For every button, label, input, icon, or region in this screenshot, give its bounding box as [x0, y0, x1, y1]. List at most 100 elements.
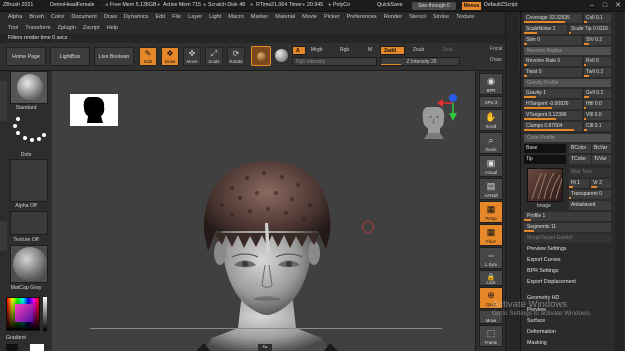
twil-slider[interactable]: TwIl 0.2 — [584, 68, 611, 77]
menu-item-macro[interactable]: Macro — [228, 14, 244, 20]
quicksave-button[interactable]: QuickSave — [377, 2, 403, 8]
frame-button[interactable]: ⬚ Frame — [479, 325, 503, 347]
maximize-icon[interactable]: □ — [601, 1, 609, 10]
spix-slider[interactable]: SPix 3 — [479, 96, 503, 108]
zoom-button[interactable]: ⌕ Zoom — [479, 132, 503, 154]
a-toggle[interactable]: A — [292, 46, 306, 55]
revolve-rate-slider[interactable]: Revolve Rate 0 — [524, 57, 582, 66]
zadd-button[interactable]: Zadd — [380, 46, 405, 55]
slim-variation-slider[interactable]: SlV 0.2 — [584, 36, 611, 45]
z-intensity-slider[interactable]: Z Intensity 25 — [380, 57, 460, 66]
transparent-slider[interactable]: Transparent 0 — [569, 190, 611, 199]
coverage-slider[interactable]: Coverage 33.32635 — [524, 14, 582, 23]
hi-slider[interactable]: Hi 1 — [569, 179, 589, 188]
menu-item-tool[interactable]: Tool — [8, 25, 18, 31]
material-thumbnail[interactable] — [10, 245, 48, 283]
menu-item-alpha[interactable]: Alpha — [8, 14, 22, 20]
menu-item-zplugin[interactable]: Zplugin — [58, 25, 76, 31]
menu-item-material[interactable]: Material — [275, 14, 295, 20]
rvil-slider[interactable]: RvIl 0 — [584, 57, 611, 66]
menu-item-texture[interactable]: Texture — [456, 14, 474, 20]
gvil-slider[interactable]: GvIl 0.2 — [584, 89, 611, 98]
lsym-button[interactable]: ⇔ L.Sym — [479, 247, 503, 269]
morph-target-guided-button[interactable]: MorphTarget Guided — [524, 234, 611, 243]
bpr-button[interactable]: ◉ BPR — [479, 73, 503, 95]
edit-mode-button[interactable]: ✎ Edit — [139, 47, 157, 66]
move-mode-button[interactable]: ✜ Move — [183, 47, 201, 66]
menu-item-zscript[interactable]: Zscript — [83, 25, 100, 31]
menu-item-light[interactable]: Light — [209, 14, 221, 20]
menu-item-brush[interactable]: Brush — [29, 14, 44, 20]
menu-item-dynamics[interactable]: Dynamics — [124, 14, 149, 20]
scale-tip-slider[interactable]: Scale Tip 0.0116 — [569, 25, 611, 34]
color-profile-header[interactable]: Color Profile — [524, 134, 611, 142]
m-button[interactable]: M — [365, 46, 377, 55]
tip-color-field[interactable]: Tip — [524, 155, 566, 164]
tray-handle[interactable] — [0, 81, 7, 121]
menu-item-edit[interactable]: Edit — [155, 14, 165, 20]
clumps-slider[interactable]: Clumps 0.87604 — [524, 122, 582, 131]
head-model[interactable] — [192, 153, 342, 351]
texture-thumbnail[interactable] — [10, 211, 48, 235]
minimize-icon[interactable]: – — [588, 1, 596, 10]
home-page-button[interactable]: Home Page — [6, 47, 46, 66]
main-color-swatch[interactable] — [30, 344, 44, 351]
menu-item-movie[interactable]: Movie — [302, 14, 317, 20]
menu-item-stencil[interactable]: Stencil — [409, 14, 426, 20]
viewport-canvas[interactable]: ▾▴ — [52, 71, 475, 351]
menu-item-help[interactable]: Help — [107, 25, 119, 31]
tcvar-slider[interactable]: TcVar — [592, 155, 611, 164]
see-through-slider[interactable]: See-through 0 — [412, 2, 456, 10]
export-displacement-item[interactable]: Export Displacement — [527, 279, 576, 285]
default-zscript-button[interactable]: DefaultZScript — [484, 2, 518, 8]
preview-settings-item[interactable]: Preview Settings — [527, 246, 566, 252]
bottom-tray-handle[interactable]: ▾▴ — [258, 344, 272, 351]
gravity-profile-header[interactable]: Gravity Profile — [524, 79, 611, 87]
menu-item-file[interactable]: File — [172, 14, 181, 20]
palette-scrollbar[interactable] — [615, 12, 624, 351]
htil-slider[interactable]: HtIl 0.0 — [584, 100, 611, 109]
alpha-thumbnail[interactable] — [10, 159, 48, 202]
revolve-radius-header[interactable]: Revolve Radius — [524, 47, 611, 55]
menu-item-preferences[interactable]: Preferences — [347, 14, 377, 20]
zcut-button[interactable]: Zcut — [440, 46, 460, 55]
brush-thumbnail[interactable] — [10, 71, 48, 104]
scale-noise-slider[interactable]: ScaleNoise 1 — [524, 25, 567, 34]
bcolor-button[interactable]: BColor — [569, 144, 591, 153]
aahalf-button[interactable]: ▤ AAHalf — [479, 178, 503, 200]
rotate-mode-button[interactable]: ⟳ Rotate — [227, 47, 245, 66]
export-curves-item[interactable]: Export Curves — [527, 257, 561, 263]
mrgb-button[interactable]: Mrgb — [308, 46, 330, 55]
base-color-field[interactable]: Base — [524, 144, 566, 153]
draw-mode-button[interactable]: ✥ Draw — [161, 47, 179, 66]
clil-slider[interactable]: ClIl 0.1 — [584, 122, 611, 131]
masking-subpalette[interactable]: Masking — [527, 340, 547, 346]
tcolor-button[interactable]: TColor — [569, 155, 591, 164]
twist-slider[interactable]: Twist 0 — [524, 68, 582, 77]
focal-shift-label[interactable]: Focal — [490, 46, 502, 52]
antialiased-button[interactable]: Antialiased — [569, 201, 611, 210]
navigation-gizmo[interactable] — [415, 91, 465, 151]
stroke-thumbnail[interactable] — [10, 113, 48, 151]
color-picker[interactable] — [6, 297, 40, 331]
slim-slider[interactable]: Slim 0 — [524, 36, 582, 45]
menu-item-color[interactable]: Color — [51, 14, 64, 20]
cvil-slider[interactable]: CvIl 0.1 — [584, 14, 611, 23]
value-strip[interactable] — [43, 297, 47, 331]
actual-button[interactable]: ▣ Actual — [479, 155, 503, 177]
lock-button[interactable]: 🔒 Lock — [479, 270, 503, 286]
bcvar-slider[interactable]: BcVar — [592, 144, 611, 153]
gravity-slider[interactable]: Gravity 1 — [524, 89, 582, 98]
scroll-button[interactable]: ✋ Scroll — [479, 109, 503, 131]
persp-button[interactable]: ▦ Persp — [479, 201, 503, 223]
menu-item-marker[interactable]: Marker — [251, 14, 268, 20]
menus-button[interactable]: Menus — [462, 2, 481, 10]
current-brush-swatch[interactable] — [251, 46, 271, 66]
max-topo-slider[interactable]: Max Topo — [569, 168, 611, 177]
menu-item-layer[interactable]: Layer — [188, 14, 202, 20]
rgb-button[interactable]: Rgb — [337, 46, 357, 55]
bpr-settings-item[interactable]: BPR Settings — [527, 268, 559, 274]
menu-item-stroke[interactable]: Stroke — [433, 14, 449, 20]
draw-size-label[interactable]: Draw — [490, 57, 502, 63]
deformation-subpalette[interactable]: Deformation — [527, 329, 556, 335]
